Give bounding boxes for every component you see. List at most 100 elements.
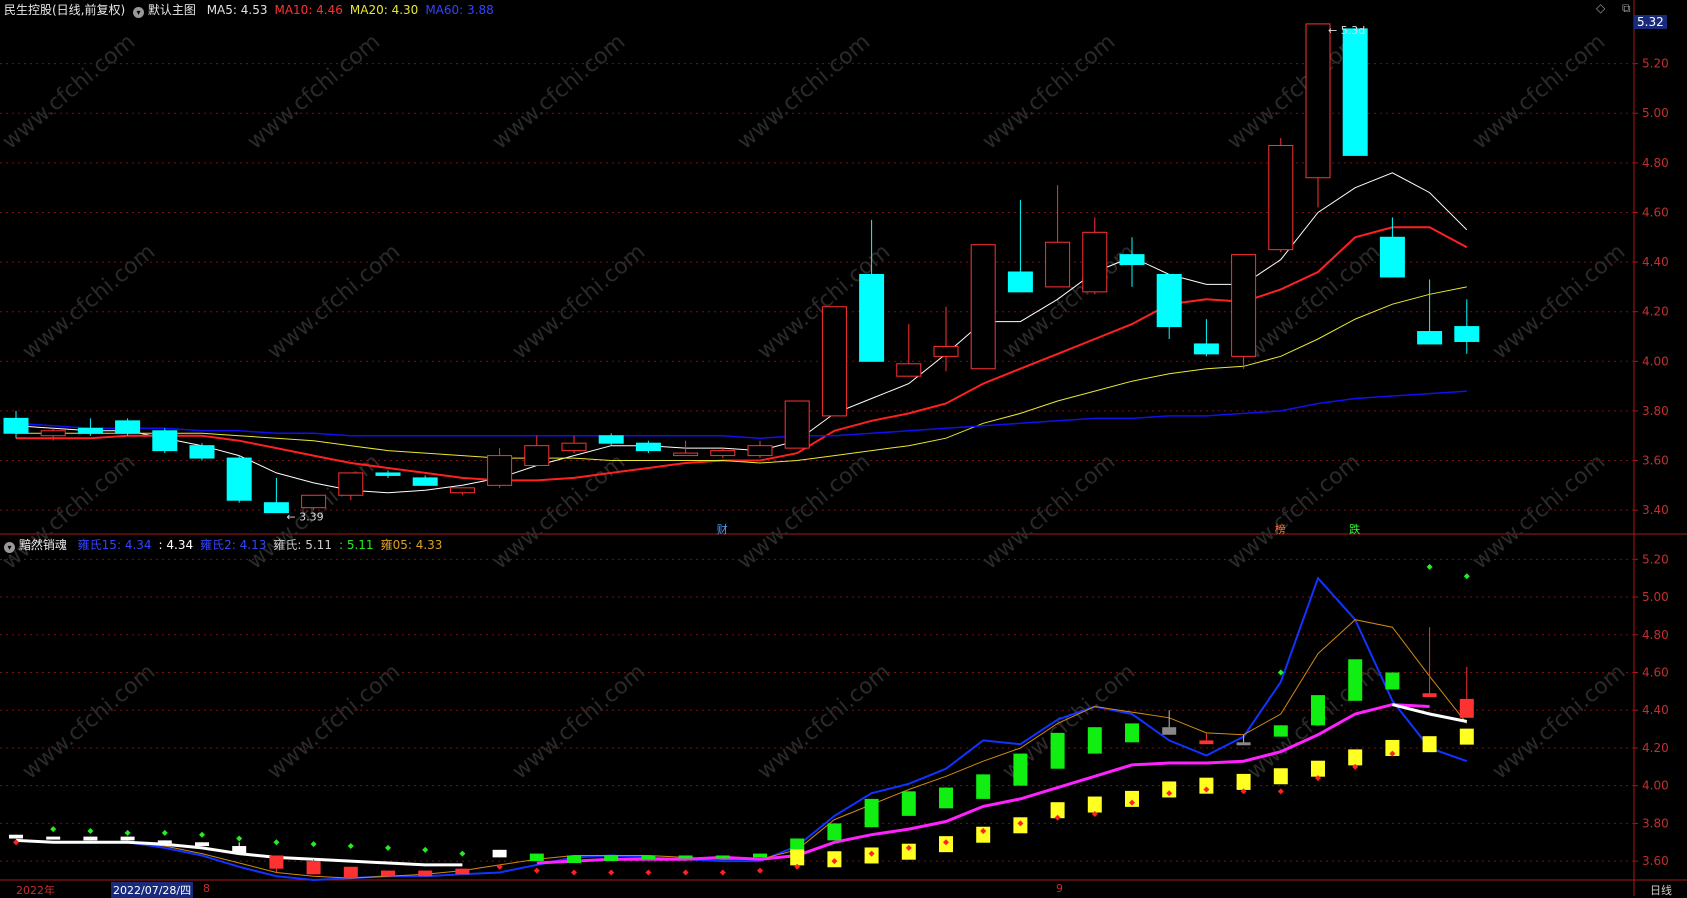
indicator-bar[interactable]: [120, 836, 135, 841]
indicator-bar[interactable]: [753, 853, 767, 858]
indicator-bar[interactable]: [529, 853, 544, 862]
candlestick[interactable]: [3, 410, 29, 439]
candlestick[interactable]: [1156, 273, 1182, 339]
green-signal-dot[interactable]: [347, 843, 354, 850]
yellow-marker[interactable]: [1273, 768, 1288, 785]
candlestick[interactable]: [710, 448, 736, 459]
indicator-line[interactable]: [1392, 703, 1468, 723]
indicator-bar[interactable]: [1087, 727, 1102, 754]
yellow-marker[interactable]: [1459, 728, 1474, 745]
event-mark-drop[interactable]: 跌: [1349, 521, 1360, 537]
indicator-bar[interactable]: [269, 855, 284, 873]
indicator-bar[interactable]: [381, 870, 395, 877]
indicator-bar[interactable]: [418, 870, 433, 877]
green-signal-dot[interactable]: [459, 850, 466, 857]
candlestick[interactable]: [784, 400, 810, 449]
yellow-marker[interactable]: [1087, 796, 1102, 813]
indicator-bar[interactable]: [567, 855, 581, 864]
candlestick[interactable]: [821, 306, 847, 417]
indicator-bar[interactable]: [715, 855, 730, 859]
green-signal-dot[interactable]: [1463, 573, 1470, 580]
indicator-bar[interactable]: [641, 855, 656, 860]
indicator-bar[interactable]: [604, 855, 619, 862]
indicator-bar[interactable]: [46, 836, 61, 840]
red-signal-dot[interactable]: [608, 869, 615, 876]
candlestick[interactable]: [896, 324, 922, 377]
indicator-line[interactable]: [15, 576, 1468, 882]
event-mark-rank[interactable]: 榜: [1275, 521, 1286, 537]
indicator-bar[interactable]: [1311, 695, 1325, 726]
indicator-bar[interactable]: [1199, 732, 1214, 745]
indicator-bar[interactable]: [83, 836, 98, 841]
candlestick[interactable]: [1454, 299, 1480, 354]
candlestick[interactable]: [970, 244, 996, 370]
red-signal-dot[interactable]: [757, 867, 763, 874]
indicator-bar[interactable]: [1273, 725, 1288, 737]
yellow-marker[interactable]: [790, 849, 805, 866]
candlestick[interactable]: [449, 487, 475, 496]
candlestick[interactable]: [1417, 279, 1443, 345]
ma60-line[interactable]: [15, 390, 1467, 439]
green-signal-dot[interactable]: [236, 835, 243, 842]
indicator-bar[interactable]: [976, 774, 991, 799]
candlestick[interactable]: [189, 443, 215, 461]
candlestick[interactable]: [263, 477, 289, 514]
green-signal-dot[interactable]: [124, 829, 131, 836]
window-restore-icon[interactable]: ⧉: [1622, 1, 1631, 16]
candlestick[interactable]: [152, 428, 178, 454]
indicator-bar[interactable]: [1162, 710, 1177, 735]
indicator-bar[interactable]: [9, 834, 23, 839]
indicator-name[interactable]: 黯然销魂: [19, 538, 67, 552]
main-chart-label[interactable]: 默认主图: [148, 3, 196, 17]
red-signal-dot[interactable]: [719, 869, 726, 876]
green-signal-dot[interactable]: [310, 841, 317, 848]
candlestick[interactable]: [561, 435, 587, 454]
indicator-bar[interactable]: [901, 791, 916, 816]
candlestick[interactable]: [487, 448, 513, 488]
candlestick[interactable]: [301, 494, 327, 511]
indicator-bar[interactable]: [1348, 659, 1363, 701]
indicator-bar[interactable]: [306, 859, 321, 875]
green-signal-dot[interactable]: [422, 846, 429, 853]
indicator-bar[interactable]: [1422, 627, 1437, 698]
candlestick[interactable]: [412, 475, 438, 486]
indicator-bar[interactable]: [827, 823, 842, 841]
main-price-panel[interactable]: ← 5.3d ← 3.39: [3, 23, 1480, 524]
indicator-bar[interactable]: [195, 842, 209, 847]
green-signal-dot[interactable]: [199, 831, 205, 838]
candlestick[interactable]: [1193, 319, 1219, 357]
indicator-bar[interactable]: [1459, 666, 1474, 718]
candlestick[interactable]: [747, 440, 773, 459]
circle-chevron-down-icon[interactable]: ▾: [133, 7, 145, 18]
red-signal-dot[interactable]: [533, 867, 540, 874]
event-mark-finance[interactable]: 财: [717, 521, 728, 537]
chevron-down-icon[interactable]: ▾: [4, 542, 15, 553]
candlestick[interactable]: [226, 455, 252, 503]
indicator-bar[interactable]: [1050, 732, 1065, 769]
green-signal-dot[interactable]: [161, 829, 168, 836]
candlestick[interactable]: [1268, 138, 1294, 253]
candlestick[interactable]: [1305, 23, 1331, 208]
candlestick[interactable]: [1342, 28, 1368, 156]
yellow-marker[interactable]: [1422, 736, 1437, 753]
candlestick[interactable]: [524, 435, 550, 466]
red-signal-dot[interactable]: [645, 869, 652, 876]
indicator-bar[interactable]: [678, 855, 693, 859]
green-signal-dot[interactable]: [273, 839, 280, 846]
candlestick[interactable]: [115, 418, 141, 436]
candlestick[interactable]: [1082, 217, 1108, 295]
indicator-bar[interactable]: [343, 866, 358, 879]
indicator-bar[interactable]: [864, 798, 879, 828]
indicator-bar[interactable]: [1013, 753, 1028, 786]
yellow-marker[interactable]: [1236, 773, 1251, 790]
indicator-bar[interactable]: [157, 840, 172, 844]
indicator-bar[interactable]: [492, 849, 507, 858]
red-signal-dot[interactable]: [682, 869, 689, 876]
yellow-marker[interactable]: [1311, 760, 1325, 777]
green-signal-dot[interactable]: [50, 826, 57, 833]
indicator-line[interactable]: [15, 619, 1468, 879]
indicator-panel[interactable]: [9, 563, 1474, 882]
red-signal-dot[interactable]: [571, 869, 577, 876]
green-signal-dot[interactable]: [385, 844, 391, 851]
indicator-bar[interactable]: [455, 868, 470, 875]
